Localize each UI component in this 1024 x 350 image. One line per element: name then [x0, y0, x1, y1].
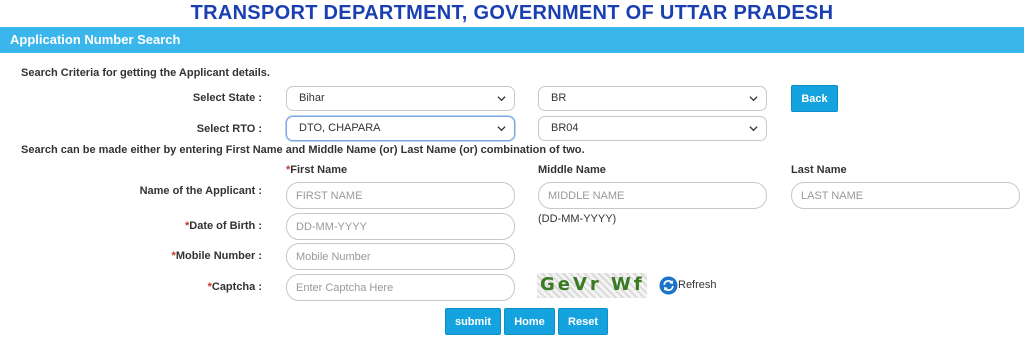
captcha-input[interactable] [286, 274, 515, 301]
middle-name-input[interactable] [538, 182, 767, 209]
department-title: TRANSPORT DEPARTMENT, GOVERNMENT OF UTTA… [190, 2, 834, 24]
state-select-value: Bihar [299, 92, 325, 104]
dob-format-hint: (DD-MM-YYYY) [538, 213, 617, 225]
mobile-number-label: *Mobile Number : [172, 250, 262, 262]
captcha-image: GeVr Wf [537, 273, 647, 298]
refresh-icon [659, 276, 678, 295]
chevron-down-icon [497, 96, 506, 102]
select-rto-label: Select RTO : [196, 123, 262, 135]
refresh-label: Refresh [678, 279, 717, 291]
rto-select-value: DTO, CHAPARA [299, 122, 381, 134]
first-name-header-text: First Name [290, 164, 348, 176]
captcha-label: *Captcha : [208, 281, 262, 293]
state-code-value: BR [551, 92, 567, 104]
first-name-input[interactable] [286, 182, 515, 209]
home-button[interactable]: Home [504, 308, 555, 335]
name-search-info-text: Search can be made either by entering Fi… [21, 144, 585, 156]
rto-code-value: BR04 [551, 122, 579, 134]
rto-select[interactable]: DTO, CHAPARA [286, 116, 515, 141]
dob-input[interactable] [286, 213, 515, 240]
panel-title: Application Number Search [10, 32, 181, 47]
last-name-input[interactable] [791, 182, 1020, 209]
last-name-header: Last Name [791, 164, 847, 176]
mobile-number-label-text: Mobile Number : [175, 250, 262, 262]
select-state-label: Select State : [192, 92, 262, 104]
captcha-image-text: GeVr Wf [540, 274, 645, 295]
rto-code-select[interactable]: BR04 [538, 116, 767, 141]
chevron-down-icon [749, 126, 758, 132]
panel-title-bar: Application Number Search [0, 27, 1024, 53]
reset-button[interactable]: Reset [558, 308, 608, 335]
captcha-label-text: Captcha : [211, 281, 262, 293]
chevron-down-icon [749, 96, 758, 102]
dob-label: *Date of Birth : [185, 220, 262, 232]
mobile-number-input[interactable] [286, 243, 515, 270]
search-criteria-text: Search Criteria for getting the Applican… [21, 67, 270, 79]
first-name-header: *First Name [286, 164, 347, 176]
dob-label-text: Date of Birth : [189, 220, 262, 232]
chevron-down-icon [497, 126, 506, 132]
state-select[interactable]: Bihar [286, 86, 515, 111]
middle-name-header: Middle Name [538, 164, 606, 176]
state-code-select[interactable]: BR [538, 86, 767, 111]
back-button[interactable]: Back [791, 85, 838, 112]
submit-button[interactable]: submit [445, 308, 501, 335]
applicant-name-label: Name of the Applicant : [139, 185, 262, 197]
